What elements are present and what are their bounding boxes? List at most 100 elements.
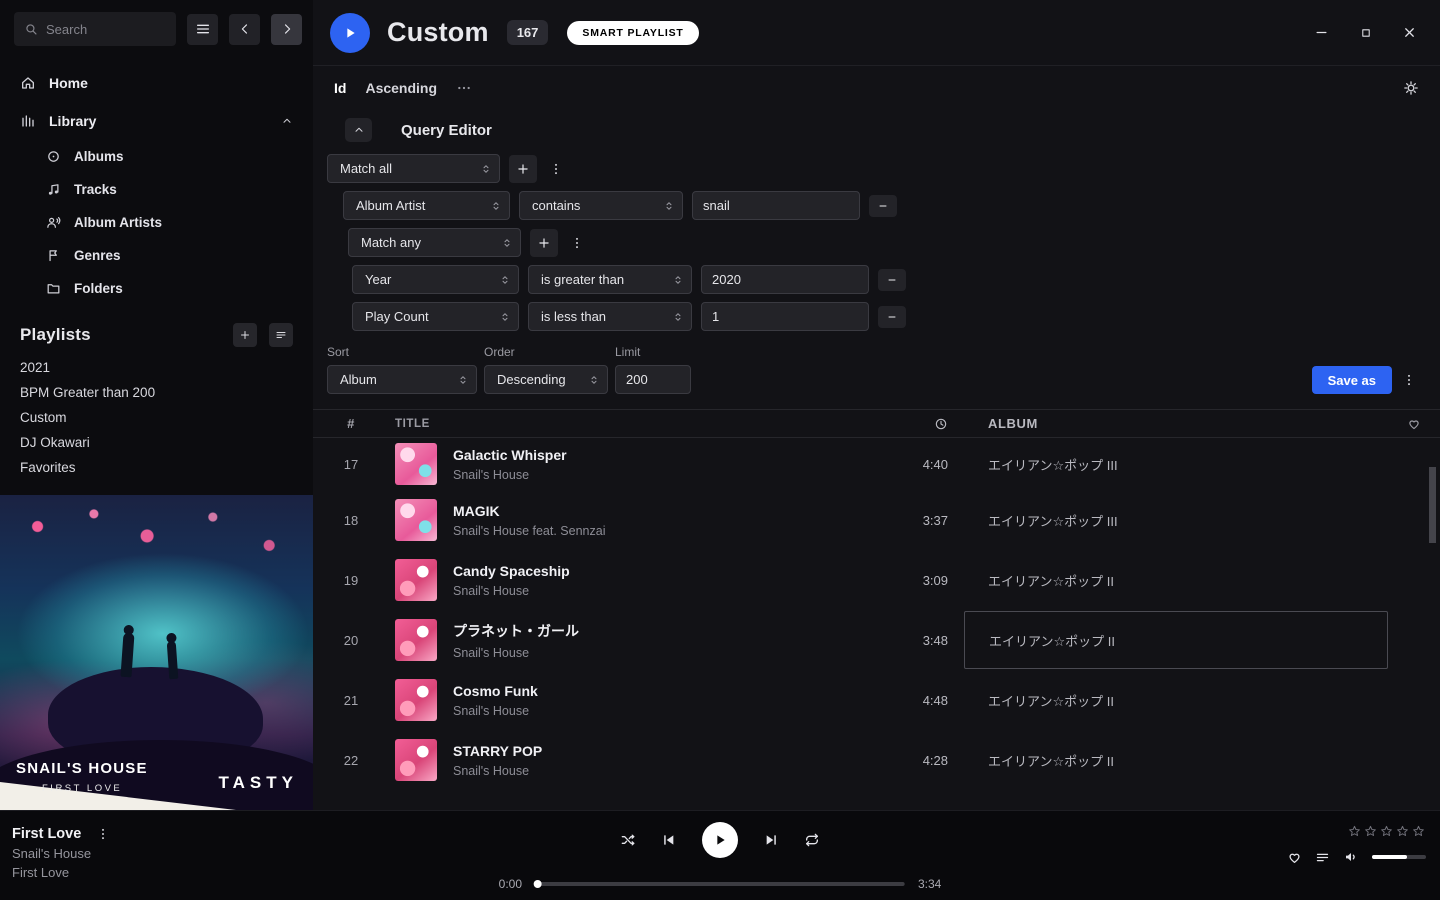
rule-value-input[interactable] [701, 265, 869, 294]
track-album[interactable]: エイリアン☆ポップ II [978, 730, 1388, 790]
sidebar-item-library[interactable]: Library [0, 102, 313, 140]
star-3[interactable] [1379, 824, 1394, 839]
sort-select[interactable]: Album [327, 365, 477, 394]
previous-track-button[interactable] [661, 832, 677, 848]
track-album-focused[interactable]: エイリアン☆ポップ II [964, 611, 1388, 669]
updown-icon [480, 163, 492, 175]
table-row[interactable]: 18 MAGIK Snail's House feat. Sennzai 3:3… [313, 490, 1440, 550]
track-album[interactable]: エイリアン☆ポップ III [978, 438, 1388, 490]
updown-icon [501, 237, 513, 249]
now-playing-album-art[interactable]: SNAIL'S HOUSE FIRST LOVE TASTY [0, 495, 313, 810]
search-input[interactable] [46, 22, 166, 37]
query-rule-album-artist: Album Artist contains [343, 191, 1419, 220]
table-row[interactable]: 19 Candy Spaceship Snail's House 3:09 エイ… [313, 550, 1440, 610]
rule-value-input[interactable] [692, 191, 860, 220]
menu-button[interactable] [187, 14, 218, 45]
volume-button[interactable] [1343, 849, 1359, 865]
track-album[interactable]: エイリアン☆ポップ II [978, 550, 1388, 610]
add-rule-button[interactable] [509, 155, 537, 183]
group-menu-button[interactable] [546, 155, 566, 183]
toolbar-more-button[interactable] [456, 80, 472, 96]
track-album[interactable]: エイリアン☆ポップ III [978, 490, 1388, 550]
sidebar-item-genres[interactable]: Genres [0, 239, 313, 272]
now-playing-menu-button[interactable] [96, 827, 110, 841]
search-box[interactable] [14, 12, 176, 46]
star-2[interactable] [1363, 824, 1378, 839]
now-playing-artist[interactable]: Snail's House [12, 846, 110, 861]
rule-field-select[interactable]: Play Count [352, 302, 519, 331]
rule-value-input[interactable] [701, 302, 869, 331]
save-as-button[interactable]: Save as [1312, 366, 1392, 394]
column-title[interactable]: TITLE [389, 418, 888, 430]
transport-controls [620, 822, 820, 858]
nav-back-button[interactable] [229, 14, 260, 45]
sort-order-button[interactable]: Ascending [365, 80, 437, 96]
favorite-button[interactable] [1287, 850, 1302, 865]
playlist-options-button[interactable] [269, 323, 293, 347]
column-number[interactable]: # [313, 416, 389, 431]
playlist-item-dj-okawari[interactable]: DJ Okawari [0, 430, 313, 455]
match-mode-select[interactable]: Match all [327, 154, 500, 183]
playlist-item-bpm[interactable]: BPM Greater than 200 [0, 380, 313, 405]
table-row[interactable]: 20 プラネット・ガール Snail's House 3:48 エイリアン☆ポッ… [313, 610, 1440, 670]
add-playlist-button[interactable] [233, 323, 257, 347]
limit-input[interactable] [615, 365, 691, 394]
track-table-header: # TITLE ALBUM [313, 409, 1440, 438]
column-duration[interactable] [888, 417, 948, 431]
query-editor-collapse-button[interactable] [345, 118, 372, 142]
column-album[interactable]: ALBUM [978, 416, 1388, 431]
rule-operator-select[interactable]: is greater than [528, 265, 692, 294]
track-duration: 4:40 [888, 457, 948, 472]
remove-rule-button[interactable] [869, 195, 897, 217]
star-1[interactable] [1347, 824, 1362, 839]
column-favorite[interactable] [1388, 417, 1440, 431]
playlist-item-2021[interactable]: 2021 [0, 355, 313, 380]
playlist-item-favorites[interactable]: Favorites [0, 455, 313, 480]
sort-field-button[interactable]: Id [334, 80, 346, 96]
window-minimize-button[interactable] [1314, 25, 1329, 40]
sidebar-item-album-artists[interactable]: Album Artists [0, 206, 313, 239]
playlist-item-custom[interactable]: Custom [0, 405, 313, 430]
settings-button[interactable] [1403, 80, 1419, 96]
rule-operator-select[interactable]: is less than [528, 302, 692, 331]
window-close-button[interactable] [1402, 25, 1417, 40]
queue-button[interactable] [1315, 850, 1330, 865]
table-row[interactable]: 17 Galactic Whisper Snail's House 4:40 エ… [313, 438, 1440, 490]
repeat-button[interactable] [804, 832, 820, 848]
remove-rule-button[interactable] [878, 306, 906, 328]
order-select[interactable]: Descending [484, 365, 608, 394]
now-playing-album[interactable]: First Love [12, 865, 110, 880]
now-playing-title[interactable]: First Love [12, 826, 81, 842]
table-row[interactable]: 22 STARRY POP Snail's House 4:28 エイリアン☆ポ… [313, 730, 1440, 790]
subgroup-menu-button[interactable] [567, 229, 587, 257]
rule-operator-select[interactable]: contains [519, 191, 683, 220]
play-playlist-button[interactable] [330, 13, 370, 53]
sidebar-item-tracks[interactable]: Tracks [0, 173, 313, 206]
nav-forward-button[interactable] [271, 14, 302, 45]
volume-slider[interactable] [1372, 855, 1426, 859]
sidebar-item-home[interactable]: Home [0, 64, 313, 102]
seek-bar[interactable] [535, 882, 905, 886]
remove-rule-button[interactable] [878, 269, 906, 291]
rule-field-select[interactable]: Album Artist [343, 191, 510, 220]
rule-field-select[interactable]: Year [352, 265, 519, 294]
save-menu-button[interactable] [1399, 366, 1419, 394]
window-maximize-button[interactable] [1358, 25, 1373, 40]
shuffle-button[interactable] [620, 832, 636, 848]
star-4[interactable] [1395, 824, 1410, 839]
play-pause-button[interactable] [702, 822, 738, 858]
next-track-button[interactable] [763, 832, 779, 848]
seek-knob[interactable] [534, 880, 542, 888]
sidebar-item-folders[interactable]: Folders [0, 272, 313, 305]
track-table: # TITLE ALBUM 17 Galactic Whisper Snail'… [313, 409, 1440, 810]
collapse-library-icon[interactable] [281, 115, 293, 127]
scrollbar-thumb[interactable] [1429, 467, 1436, 543]
sidebar-item-albums[interactable]: Albums [0, 140, 313, 173]
table-row[interactable]: 21 Cosmo Funk Snail's House 4:48 エイリアン☆ポ… [313, 670, 1440, 730]
query-rule-year: Year is greater than [352, 265, 1419, 294]
star-5[interactable] [1411, 824, 1426, 839]
add-subrule-button[interactable] [530, 229, 558, 257]
total-time: 3:34 [918, 877, 941, 891]
track-album[interactable]: エイリアン☆ポップ II [978, 670, 1388, 730]
submatch-mode-select[interactable]: Match any [348, 228, 521, 257]
